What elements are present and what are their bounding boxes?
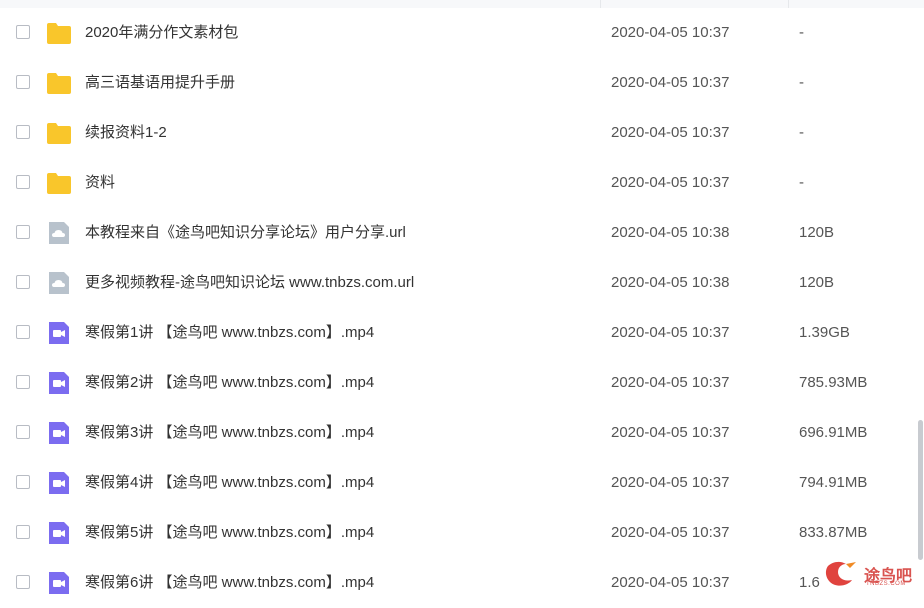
file-name[interactable]: 2020年满分作文素材包	[85, 8, 238, 58]
url-file-icon	[46, 271, 72, 295]
file-list: 2020年满分作文素材包 2020-04-05 10:37- 高三语基语用提升手册 2…	[0, 8, 924, 608]
row-checkbox[interactable]	[16, 575, 30, 589]
file-name[interactable]: 寒假第3讲 【途鸟吧 www.tnbzs.com】.mp4	[85, 408, 374, 458]
file-name[interactable]: 寒假第6讲 【途鸟吧 www.tnbzs.com】.mp4	[85, 558, 374, 608]
file-name[interactable]: 寒假第5讲 【途鸟吧 www.tnbzs.com】.mp4	[85, 508, 374, 558]
file-modified-date: 2020-04-05 10:37	[611, 324, 730, 341]
row-checkbox[interactable]	[16, 375, 30, 389]
video-file-icon	[46, 571, 72, 595]
file-modified-date: 2020-04-05 10:37	[611, 24, 730, 41]
file-row[interactable]: 2020年满分作文素材包 2020-04-05 10:37 -	[0, 8, 924, 58]
file-modified-date: 2020-04-05 10:37	[611, 524, 730, 541]
url-file-icon	[46, 221, 72, 245]
row-checkbox[interactable]	[16, 175, 30, 189]
watermark-logo: 途鸟吧 TNBZS.COM	[820, 556, 924, 594]
file-size: 1.6	[799, 574, 820, 591]
folder-icon	[46, 121, 72, 145]
row-checkbox[interactable]	[16, 325, 30, 339]
file-row[interactable]: 寒假第6讲 【途鸟吧 www.tnbzs.com】.mp4 2020-04-05 …	[0, 558, 924, 608]
scrollbar-thumb[interactable]	[918, 420, 923, 560]
folder-icon	[46, 71, 72, 95]
video-file-icon	[46, 371, 72, 395]
file-modified-date: 2020-04-05 10:37	[611, 74, 730, 91]
file-size: 696.91MB	[799, 424, 868, 441]
file-name[interactable]: 寒假第2讲 【途鸟吧 www.tnbzs.com】.mp4	[85, 358, 374, 408]
file-row[interactable]: 续报资料1-2 2020-04-05 10:37 -	[0, 108, 924, 158]
row-checkbox[interactable]	[16, 275, 30, 289]
file-modified-date: 2020-04-05 10:37	[611, 574, 730, 591]
file-name[interactable]: 更多视频教程-途鸟吧知识论坛 www.tnbzs.com.url	[85, 258, 414, 308]
video-file-icon	[46, 321, 72, 345]
file-size: -	[799, 124, 804, 141]
file-size: 120B	[799, 274, 835, 291]
file-row[interactable]: 寒假第5讲 【途鸟吧 www.tnbzs.com】.mp4 2020-04-05 …	[0, 508, 924, 558]
file-modified-date: 2020-04-05 10:37	[611, 374, 730, 391]
file-row[interactable]: 寒假第2讲 【途鸟吧 www.tnbzs.com】.mp4 2020-04-05 …	[0, 358, 924, 408]
column-header-strip	[0, 0, 924, 8]
file-name[interactable]: 寒假第1讲 【途鸟吧 www.tnbzs.com】.mp4	[85, 308, 374, 358]
video-file-icon	[46, 521, 72, 545]
row-checkbox[interactable]	[16, 125, 30, 139]
file-size: -	[799, 24, 804, 41]
file-modified-date: 2020-04-05 10:37	[611, 474, 730, 491]
file-name[interactable]: 寒假第4讲 【途鸟吧 www.tnbzs.com】.mp4	[85, 458, 374, 508]
file-row[interactable]: 本教程来自《途鸟吧知识分享论坛》用户分享.url 2020-04-05 10:38…	[0, 208, 924, 258]
file-name[interactable]: 续报资料1-2	[85, 108, 167, 158]
file-row[interactable]: 寒假第3讲 【途鸟吧 www.tnbzs.com】.mp4 2020-04-05 …	[0, 408, 924, 458]
watermark-subtext: TNBZS.COM	[866, 581, 906, 587]
file-size: 120B	[799, 224, 835, 241]
file-row[interactable]: 更多视频教程-途鸟吧知识论坛 www.tnbzs.com.url 2020-04-…	[0, 258, 924, 308]
file-size: -	[799, 174, 804, 191]
file-modified-date: 2020-04-05 10:37	[611, 174, 730, 191]
row-checkbox[interactable]	[16, 25, 30, 39]
file-modified-date: 2020-04-05 10:37	[611, 424, 730, 441]
bird-logo-icon	[825, 561, 856, 586]
file-size: 833.87MB	[799, 524, 868, 541]
row-checkbox[interactable]	[16, 525, 30, 539]
video-file-icon	[46, 421, 72, 445]
file-size: 1.39GB	[799, 324, 850, 341]
file-size: 794.91MB	[799, 474, 868, 491]
column-divider	[788, 0, 789, 8]
file-row[interactable]: 资料 2020-04-05 10:37 -	[0, 158, 924, 208]
file-modified-date: 2020-04-05 10:38	[611, 224, 730, 241]
file-size: -	[799, 74, 804, 91]
scrollbar[interactable]	[916, 0, 924, 594]
row-checkbox[interactable]	[16, 475, 30, 489]
row-checkbox[interactable]	[16, 225, 30, 239]
file-name[interactable]: 资料	[85, 158, 115, 208]
row-checkbox[interactable]	[16, 75, 30, 89]
file-modified-date: 2020-04-05 10:38	[611, 274, 730, 291]
file-modified-date: 2020-04-05 10:37	[611, 124, 730, 141]
file-name[interactable]: 高三语基语用提升手册	[85, 58, 235, 108]
folder-icon	[46, 171, 72, 195]
row-checkbox[interactable]	[16, 425, 30, 439]
file-name[interactable]: 本教程来自《途鸟吧知识分享论坛》用户分享.url	[85, 208, 406, 258]
column-divider	[600, 0, 601, 8]
video-file-icon	[46, 471, 72, 495]
file-row[interactable]: 寒假第4讲 【途鸟吧 www.tnbzs.com】.mp4 2020-04-05 …	[0, 458, 924, 508]
file-size: 785.93MB	[799, 374, 868, 391]
folder-icon	[46, 21, 72, 45]
file-row[interactable]: 寒假第1讲 【途鸟吧 www.tnbzs.com】.mp4 2020-04-05 …	[0, 308, 924, 358]
file-row[interactable]: 高三语基语用提升手册 2020-04-05 10:37 -	[0, 58, 924, 108]
